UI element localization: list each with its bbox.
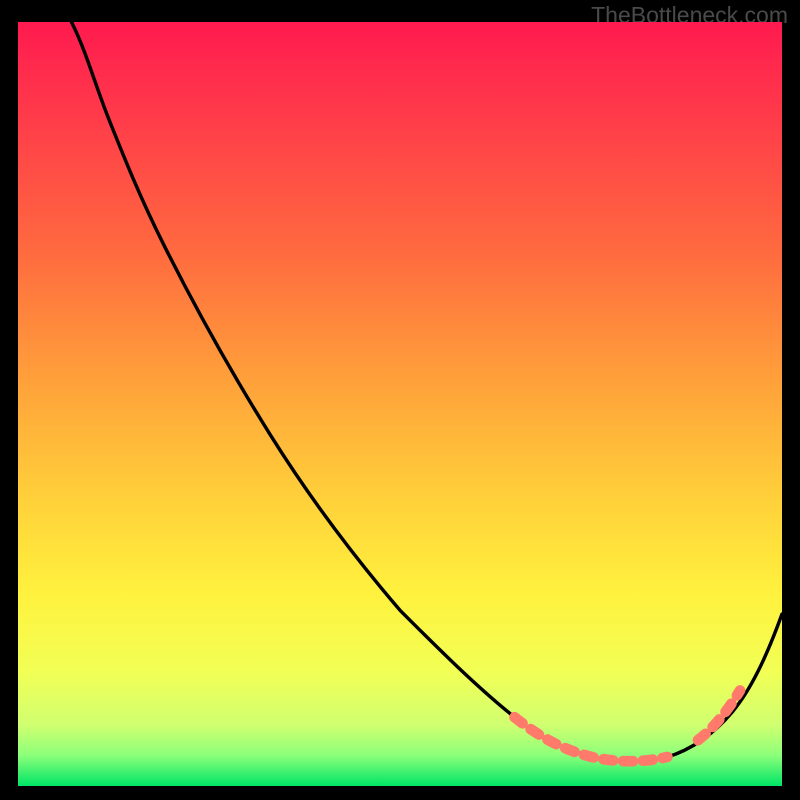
chart-frame: TheBottleneck.com bbox=[0, 0, 800, 800]
plot-area bbox=[18, 22, 782, 786]
heat-background bbox=[18, 22, 782, 786]
